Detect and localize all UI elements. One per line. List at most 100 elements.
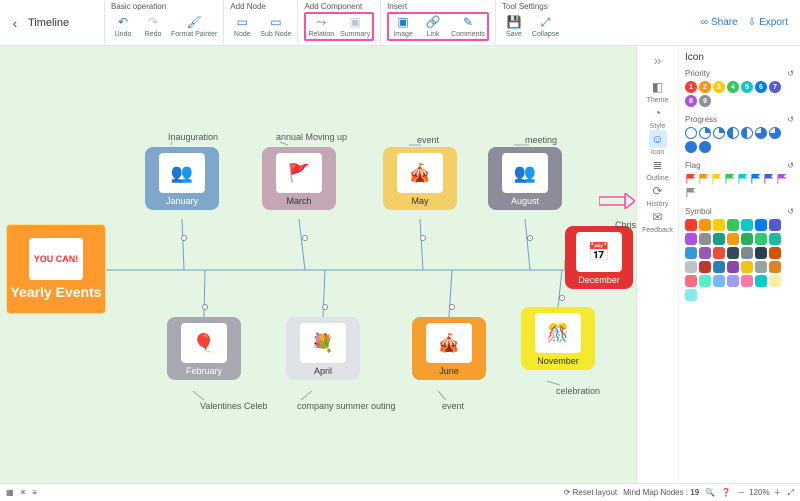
- flag-4[interactable]: [737, 173, 748, 185]
- priority-1[interactable]: 1: [685, 81, 697, 93]
- canvas[interactable]: YOU CAN! Yearly Events 👥JanuaryInaugurat…: [0, 46, 636, 483]
- node-jun[interactable]: 🎪June: [412, 317, 486, 380]
- symbol-17[interactable]: [727, 247, 739, 259]
- node-mar[interactable]: 🚩March: [262, 147, 336, 210]
- node-jan[interactable]: 👥January: [145, 147, 219, 210]
- zoom-control[interactable]: － 120% ＋: [737, 487, 781, 498]
- progress-step-8[interactable]: [699, 141, 711, 153]
- node-may[interactable]: 🎪May: [383, 147, 457, 210]
- symbol-13[interactable]: [769, 233, 781, 245]
- flag-0[interactable]: [685, 173, 696, 185]
- symbol-5[interactable]: [755, 219, 767, 231]
- node-apr[interactable]: 💐April: [286, 317, 360, 380]
- progress-step-4[interactable]: [741, 127, 753, 139]
- flag-6[interactable]: [763, 173, 774, 185]
- reset-icon[interactable]: ↺: [787, 161, 794, 170]
- symbol-11[interactable]: [741, 233, 753, 245]
- symbol-32[interactable]: [741, 275, 753, 287]
- summary-button[interactable]: ▣Summary: [340, 14, 370, 38]
- symbol-3[interactable]: [727, 219, 739, 231]
- symbol-18[interactable]: [741, 247, 753, 259]
- symbol-7[interactable]: [685, 233, 697, 245]
- symbol-28[interactable]: [685, 275, 697, 287]
- symbol-23[interactable]: [713, 261, 725, 273]
- symbol-16[interactable]: [713, 247, 725, 259]
- layout-icon[interactable]: ▦: [6, 488, 14, 497]
- sidetab-outline[interactable]: ≣Outline: [642, 156, 673, 182]
- node-button[interactable]: ▭Node: [230, 14, 254, 38]
- symbol-0[interactable]: [685, 219, 697, 231]
- flag-1[interactable]: [698, 173, 709, 185]
- priority-2[interactable]: 2: [699, 81, 711, 93]
- symbol-4[interactable]: [741, 219, 753, 231]
- layout-icon[interactable]: ✳: [20, 488, 27, 497]
- node-feb[interactable]: 🎈February: [167, 317, 241, 380]
- sidetab-history[interactable]: ⟳History: [642, 182, 673, 208]
- symbol-15[interactable]: [699, 247, 711, 259]
- panel-collapse-button[interactable]: »: [654, 52, 662, 68]
- node-aug[interactable]: 👥August: [488, 147, 562, 210]
- priority-8[interactable]: 8: [685, 95, 697, 107]
- progress-step-1[interactable]: [699, 127, 711, 139]
- priority-9[interactable]: 9: [699, 95, 711, 107]
- symbol-27[interactable]: [769, 261, 781, 273]
- reset-layout-button[interactable]: ⟳ Reset layout: [564, 488, 617, 497]
- export-button[interactable]: ⇩Export: [748, 17, 788, 28]
- save-button[interactable]: 💾Save: [502, 14, 526, 38]
- symbol-31[interactable]: [727, 275, 739, 287]
- progress-step-2[interactable]: [713, 127, 725, 139]
- progress-step-6[interactable]: [769, 127, 781, 139]
- sidetab-style[interactable]: ◔Style: [642, 104, 673, 130]
- progress-step-7[interactable]: [685, 141, 697, 153]
- sidetab-icon[interactable]: ☺Icon: [642, 130, 673, 156]
- node-dec[interactable]: 📅December: [565, 226, 633, 289]
- flag-8[interactable]: [685, 187, 696, 199]
- symbol-24[interactable]: [727, 261, 739, 273]
- format-painter-button[interactable]: 🖌Format Painter: [171, 14, 217, 38]
- symbol-22[interactable]: [699, 261, 711, 273]
- search-icon[interactable]: 🔍: [705, 488, 715, 497]
- sidetab-theme[interactable]: ◧Theme: [642, 78, 673, 104]
- sidetab-feedback[interactable]: ✉Feedback: [642, 208, 673, 234]
- symbol-6[interactable]: [769, 219, 781, 231]
- reset-icon[interactable]: ↺: [787, 115, 794, 124]
- symbol-29[interactable]: [699, 275, 711, 287]
- flag-7[interactable]: [776, 173, 787, 185]
- redo-button[interactable]: ↷Redo: [141, 14, 165, 38]
- symbol-10[interactable]: [727, 233, 739, 245]
- priority-4[interactable]: 4: [727, 81, 739, 93]
- priority-3[interactable]: 3: [713, 81, 725, 93]
- symbol-33[interactable]: [755, 275, 767, 287]
- root-node[interactable]: YOU CAN! Yearly Events: [6, 224, 106, 314]
- back-button[interactable]: ‹: [6, 0, 24, 45]
- symbol-20[interactable]: [769, 247, 781, 259]
- sub-node-button[interactable]: ▭Sub Node: [260, 14, 291, 38]
- priority-6[interactable]: 6: [755, 81, 767, 93]
- fullscreen-icon[interactable]: ⤢: [788, 488, 794, 498]
- symbol-9[interactable]: [713, 233, 725, 245]
- priority-5[interactable]: 5: [741, 81, 753, 93]
- undo-button[interactable]: ↶Undo: [111, 14, 135, 38]
- reset-icon[interactable]: ↺: [787, 69, 794, 78]
- symbol-12[interactable]: [755, 233, 767, 245]
- image-button[interactable]: ▣Image: [391, 14, 415, 38]
- symbol-1[interactable]: [699, 219, 711, 231]
- symbol-2[interactable]: [713, 219, 725, 231]
- flag-3[interactable]: [724, 173, 735, 185]
- comments-button[interactable]: ✎Comments: [451, 14, 485, 38]
- symbol-21[interactable]: [685, 261, 697, 273]
- progress-step-0[interactable]: [685, 127, 697, 139]
- symbol-25[interactable]: [741, 261, 753, 273]
- symbol-14[interactable]: [685, 247, 697, 259]
- relation-button[interactable]: ⤳Relation: [308, 14, 334, 38]
- progress-step-5[interactable]: [755, 127, 767, 139]
- reset-icon[interactable]: ↺: [787, 207, 794, 216]
- node-nov[interactable]: 🎊November: [521, 307, 595, 370]
- share-button[interactable]: ∞Share: [701, 17, 738, 28]
- link-button[interactable]: 🔗Link: [421, 14, 445, 38]
- flag-2[interactable]: [711, 173, 722, 185]
- symbol-26[interactable]: [755, 261, 767, 273]
- flag-5[interactable]: [750, 173, 761, 185]
- symbol-34[interactable]: [769, 275, 781, 287]
- symbol-8[interactable]: [699, 233, 711, 245]
